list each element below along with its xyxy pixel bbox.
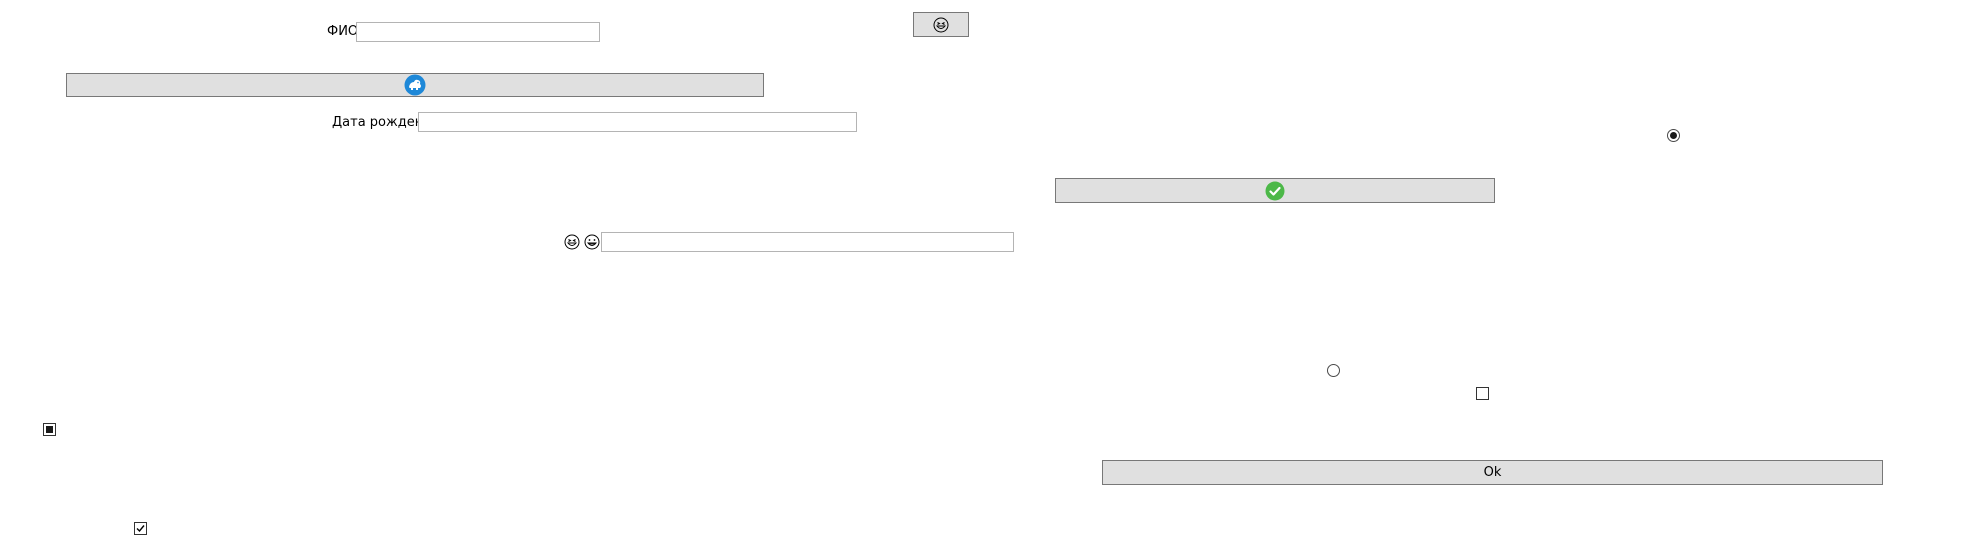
fio-label: ФИО: [327, 24, 359, 39]
radio-button-1[interactable]: [1667, 129, 1680, 142]
grinning-emoji-icon: [584, 234, 600, 250]
confirm-button[interactable]: [1055, 178, 1495, 203]
checkbox-2[interactable]: [43, 423, 56, 436]
radio-button-2[interactable]: [1327, 364, 1340, 377]
birthdate-input[interactable]: [418, 112, 857, 132]
checkmark-icon: [136, 525, 145, 533]
checkbox-3[interactable]: [134, 522, 147, 535]
fio-input[interactable]: [356, 22, 600, 42]
grinning-squint-emoji-icon: [933, 17, 949, 32]
radio-dot: [1670, 132, 1677, 139]
emoji-field-input[interactable]: [601, 232, 1014, 252]
indeterminate-mark: [46, 426, 53, 433]
green-check-circle-icon: [1265, 181, 1285, 200]
ok-button[interactable]: Ok: [1102, 460, 1883, 485]
checkbox-1[interactable]: [1476, 387, 1489, 400]
logo-button[interactable]: [66, 73, 764, 97]
ok-button-label: Ok: [1483, 465, 1502, 480]
grinning-squint-emoji-icon: [564, 234, 580, 250]
emoji-button[interactable]: [913, 12, 969, 37]
blue-animal-logo-icon: [404, 74, 426, 96]
